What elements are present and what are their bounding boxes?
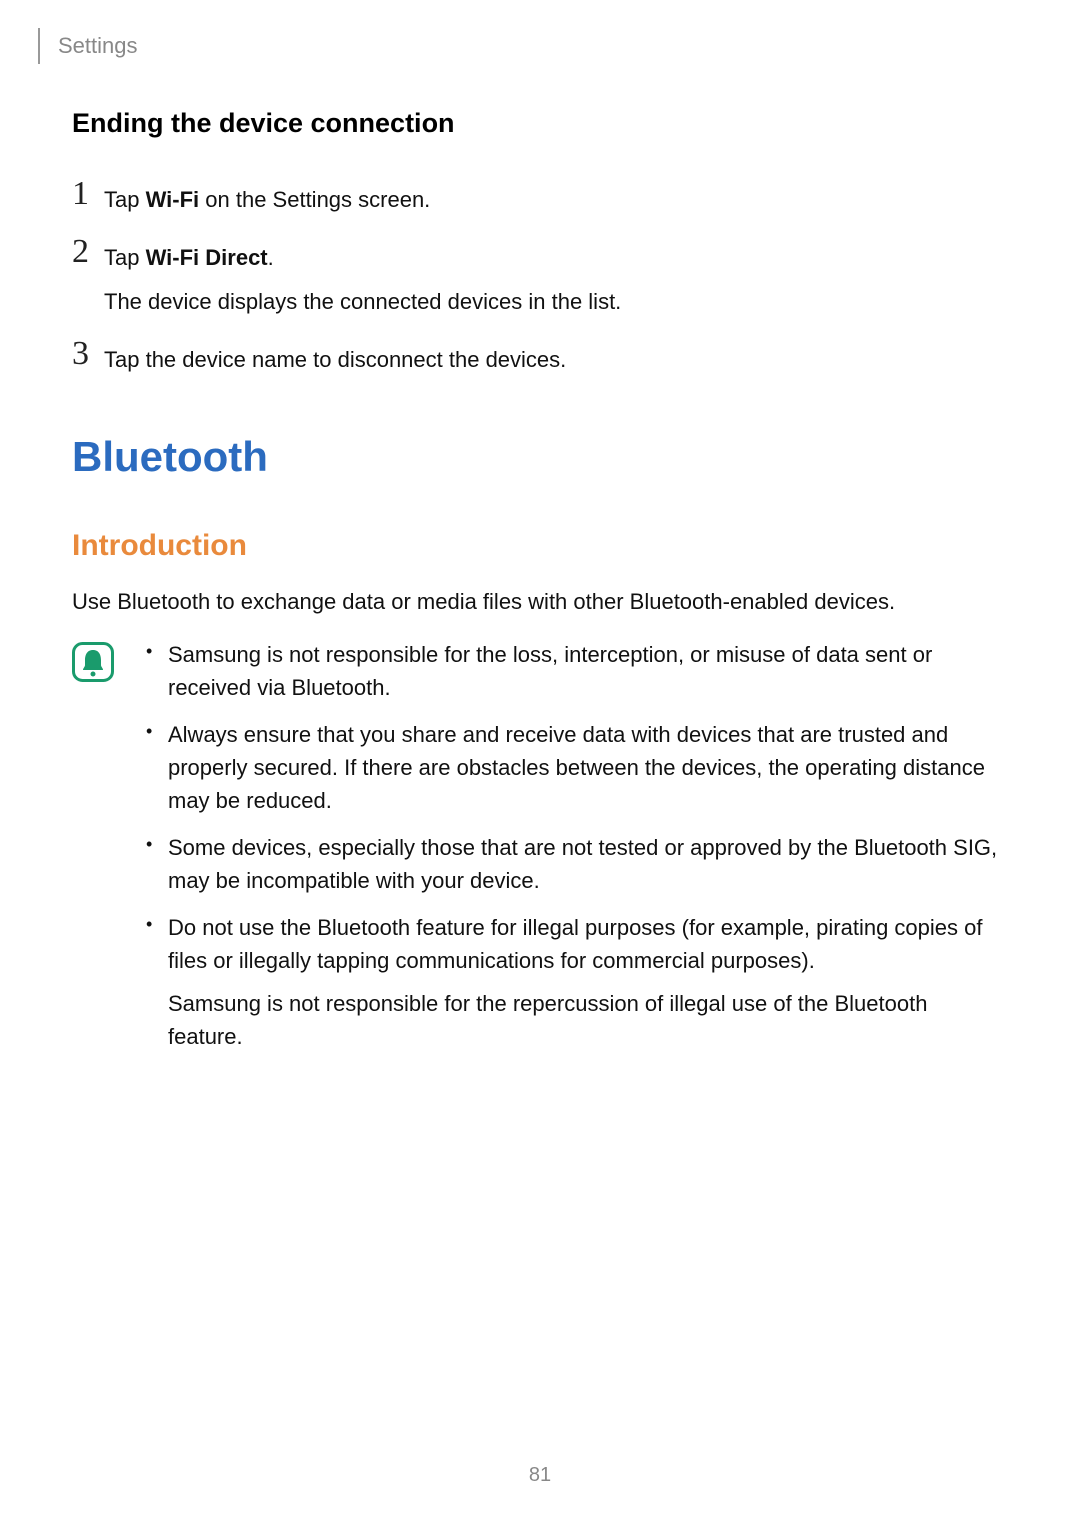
section-heading-ending: Ending the device connection (72, 108, 1008, 139)
page-header: Settings (38, 28, 138, 64)
heading-introduction: Introduction (72, 529, 1008, 563)
page-content: Ending the device connection 1 Tap Wi-Fi… (72, 100, 1008, 1067)
text: Do not use the Bluetooth feature for ill… (168, 915, 982, 973)
text: on the Settings screen. (199, 187, 430, 212)
text-bold: Wi-Fi (146, 187, 200, 212)
breadcrumb: Settings (58, 33, 138, 59)
notice-item: Always ensure that you share and receive… (144, 718, 1008, 817)
text: Always ensure that you share and receive… (168, 722, 985, 813)
heading-bluetooth: Bluetooth (72, 433, 1008, 481)
bell-icon (72, 642, 114, 682)
notice-item: Do not use the Bluetooth feature for ill… (144, 911, 1008, 1053)
step-3: 3 Tap the device name to disconnect the … (72, 337, 1008, 377)
step-subtext: The device displays the connected device… (104, 285, 621, 319)
page-number: 81 (0, 1464, 1080, 1487)
text: Samsung is not responsible for the reper… (168, 987, 1008, 1053)
text: Samsung is not responsible for the loss,… (168, 642, 932, 700)
step-text: Tap Wi-Fi on the Settings screen. (104, 177, 430, 217)
notice-item: Some devices, especially those that are … (144, 831, 1008, 897)
header-rule (38, 28, 40, 64)
step-1: 1 Tap Wi-Fi on the Settings screen. (72, 177, 1008, 217)
notice-list: Samsung is not responsible for the loss,… (144, 638, 1008, 1067)
notice-item: Samsung is not responsible for the loss,… (144, 638, 1008, 704)
step-text: Tap Wi-Fi Direct. The device displays th… (104, 235, 621, 319)
text: Tap (104, 245, 146, 270)
text: . (268, 245, 274, 270)
step-number: 3 (72, 337, 104, 371)
text: Tap (104, 187, 146, 212)
intro-paragraph: Use Bluetooth to exchange data or media … (72, 585, 1008, 618)
text-bold: Wi-Fi Direct (146, 245, 268, 270)
step-text: Tap the device name to disconnect the de… (104, 337, 566, 377)
step-number: 1 (72, 177, 104, 211)
step-2: 2 Tap Wi-Fi Direct. The device displays … (72, 235, 1008, 319)
text: Some devices, especially those that are … (168, 835, 997, 893)
step-number: 2 (72, 235, 104, 269)
text: Tap the device name to disconnect the de… (104, 347, 566, 372)
notice-block: Samsung is not responsible for the loss,… (72, 638, 1008, 1067)
